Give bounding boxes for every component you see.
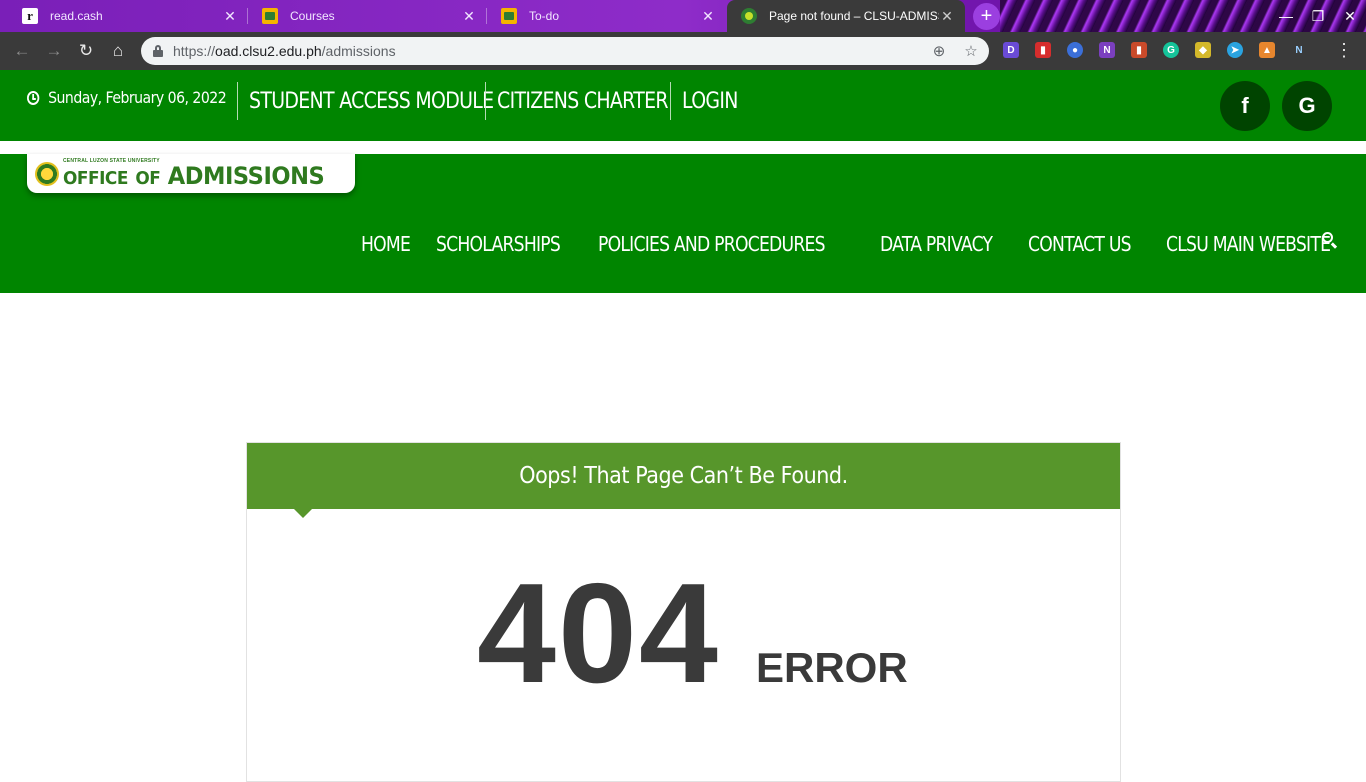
close-window-icon[interactable]: ✕ — [1334, 0, 1366, 32]
browser-tab-strip: r read.cash ✕ Courses ✕ To-do ✕ Page not… — [0, 0, 1366, 32]
minimize-icon[interactable]: — — [1270, 0, 1302, 32]
read-cash-favicon-icon: r — [22, 8, 38, 24]
site-main-header: CENTRAL LUZON STATE UNIVERSITY OFFICE OF… — [0, 154, 1366, 293]
nav-policies-and-procedures[interactable]: POLICIES AND PROCEDURES — [598, 232, 826, 256]
browser-menu-icon[interactable]: ⋮ — [1335, 38, 1353, 62]
error-heading: Oops! That Page Can’t Be Found. — [519, 463, 848, 489]
tab-to-do[interactable]: To-do ✕ — [487, 0, 726, 32]
tab-title: Page not found – CLSU-ADMISSIONS — [769, 9, 939, 23]
clsu-seal-icon — [35, 161, 59, 186]
tab-courses[interactable]: Courses ✕ — [248, 0, 487, 32]
tab-title: Courses — [290, 9, 335, 23]
error-word: ERROR — [756, 644, 908, 691]
extension-cube-icon[interactable]: ◆ — [1195, 42, 1211, 58]
extension-firefox-icon[interactable]: ● — [1067, 42, 1083, 58]
grammarly-icon[interactable]: G — [1163, 42, 1179, 58]
browser-toolbar: ← → ↻ ⌂ https://oad.clsu2.edu.ph/admissi… — [0, 32, 1366, 70]
error-heading-bar: Oops! That Page Can’t Be Found. — [247, 443, 1120, 509]
tab-page-not-found[interactable]: Page not found – CLSU-ADMISSIONS ✕ — [727, 0, 965, 32]
error-panel: Oops! That Page Can’t Be Found. 404 ERRO… — [246, 442, 1121, 782]
main-navigation: HOME SCHOLARSHIPS POLICIES AND PROCEDURE… — [361, 228, 1366, 260]
zoom-icon[interactable]: ⊕ — [929, 41, 949, 61]
site-top-bar: Sunday, February 06, 2022 STUDENT ACCESS… — [0, 70, 1366, 141]
tab-close-icon[interactable]: ✕ — [700, 8, 716, 24]
extension-d-icon[interactable]: D — [1003, 42, 1019, 58]
extension-book-icon[interactable]: ▮ — [1131, 42, 1147, 58]
extension-onenote-icon[interactable]: N — [1099, 42, 1115, 58]
error-code: 404 — [477, 554, 720, 713]
extension-n-icon[interactable]: N — [1291, 42, 1307, 58]
nav-contact-us[interactable]: CONTACT US — [1028, 232, 1132, 256]
tab-close-icon[interactable]: ✕ — [461, 8, 477, 24]
google-icon[interactable]: G — [1282, 81, 1332, 131]
nav-home[interactable]: HOME — [361, 232, 411, 256]
forward-arrow-icon[interactable]: → — [38, 35, 70, 67]
search-icon[interactable] — [1322, 232, 1339, 249]
new-tab-button[interactable]: + — [973, 3, 1000, 30]
heading-notch — [294, 509, 312, 518]
logo-admissions: ADMISSIONS — [167, 162, 325, 190]
telegram-icon[interactable]: ➤ — [1227, 42, 1243, 58]
restore-icon[interactable]: ❐ — [1302, 0, 1334, 32]
back-arrow-icon[interactable]: ← — [6, 35, 38, 67]
logo-of: OF — [135, 168, 161, 189]
nav-data-privacy[interactable]: DATA PRIVACY — [880, 232, 993, 256]
office-of-admissions-logo[interactable]: CENTRAL LUZON STATE UNIVERSITY OFFICE OF… — [27, 154, 355, 193]
login-link[interactable]: LOGIN — [670, 82, 738, 120]
reload-icon[interactable]: ↻ — [70, 35, 102, 67]
tab-read-cash[interactable]: r read.cash ✕ — [8, 0, 248, 32]
student-access-module-link[interactable]: STUDENT ACCESS MODULE — [237, 82, 494, 120]
logo-office: OFFICE — [63, 168, 128, 189]
address-bar[interactable]: https://oad.clsu2.edu.ph/admissions ⊕ ☆ — [141, 37, 989, 65]
current-date: Sunday, February 06, 2022 — [27, 88, 227, 107]
extension-pdf-icon[interactable]: ▮ — [1035, 42, 1051, 58]
lock-icon[interactable] — [153, 45, 163, 57]
citizens-charter-link[interactable]: CITIZENS CHARTER — [485, 82, 669, 120]
nav-scholarships[interactable]: SCHOLARSHIPS — [436, 232, 561, 256]
clsu-favicon-icon — [741, 8, 757, 24]
metamask-fox-icon[interactable]: ▲ — [1259, 42, 1275, 58]
tab-title: read.cash — [50, 9, 103, 23]
home-icon[interactable]: ⌂ — [102, 35, 134, 67]
tab-title: To-do — [529, 9, 560, 23]
tab-close-icon[interactable]: ✕ — [939, 8, 955, 24]
date-text: Sunday, February 06, 2022 — [48, 88, 227, 107]
facebook-icon[interactable]: f — [1220, 81, 1270, 131]
tab-close-icon[interactable]: ✕ — [222, 8, 238, 24]
nav-clsu-main-website[interactable]: CLSU MAIN WEBSITE — [1166, 232, 1331, 256]
url-text[interactable]: https://oad.clsu2.edu.ph/admissions — [173, 43, 396, 59]
classroom-favicon-icon — [262, 8, 278, 24]
clock-icon — [27, 90, 40, 105]
bookmark-star-icon[interactable]: ☆ — [961, 41, 981, 61]
classroom-favicon-icon — [501, 8, 517, 24]
